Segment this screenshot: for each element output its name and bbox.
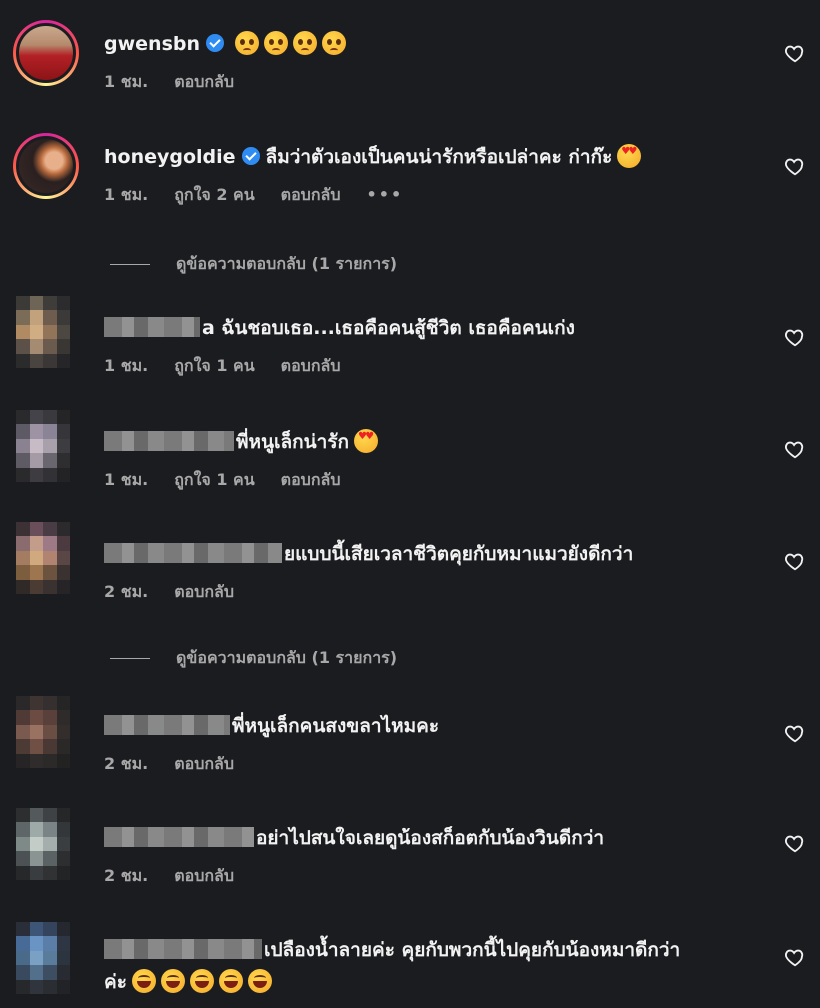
timestamp: 1 ชม. (104, 356, 149, 375)
heart-eyes-emoji (354, 429, 379, 453)
like-heart-icon[interactable] (784, 550, 806, 572)
avatar-blurred[interactable] (16, 522, 70, 594)
reply-button[interactable]: ตอบกลับ (174, 582, 234, 601)
like-heart-icon[interactable] (784, 722, 806, 744)
username-blurred[interactable] (104, 543, 282, 563)
grinning-squint-emoji (189, 969, 214, 993)
reply-button[interactable]: ตอบกลับ (174, 72, 234, 91)
avatar-blurred[interactable] (16, 696, 70, 768)
view-replies-link[interactable]: ดูข้อความตอบกลับ (1 รายการ) (110, 252, 397, 277)
grinning-squint-emoji (247, 969, 272, 993)
reply-button[interactable]: ตอบกลับ (281, 470, 341, 489)
grinning-squint-emoji (160, 969, 185, 993)
divider (110, 658, 150, 659)
reply-button[interactable]: ตอบกลับ (174, 754, 234, 773)
timestamp: 1 ชม. (104, 185, 149, 204)
comment-text: ลืมว่าตัวเองเป็นคนน่ารักหรือเปล่าคะ ก่าก… (265, 146, 613, 168)
like-heart-icon[interactable] (784, 946, 806, 968)
grinning-squint-emoji (131, 969, 156, 993)
pleading-face-emoji (322, 31, 347, 55)
comment-text: พี่หนูเล็กคนสงขลาไหมคะ (232, 715, 440, 737)
comment-text: เปลืองน้ำลายค่ะ คุยกับพวกนี้ไปคุยกับน้อง… (264, 939, 681, 961)
username-blurred[interactable] (104, 715, 230, 735)
reply-button[interactable]: ตอบกลับ (281, 185, 341, 204)
view-replies-label: ดูข้อความตอบกลับ (1 รายการ) (176, 254, 398, 273)
pleading-face-emoji (235, 31, 260, 55)
heart-eyes-emoji (617, 144, 642, 168)
username-blurred[interactable] (104, 827, 254, 847)
avatar-blurred[interactable] (16, 922, 70, 994)
like-heart-icon[interactable] (784, 42, 806, 64)
comment-text: ยแบบนี้เสียเวลาชีวิตคุยกับหมาแมวยังดีกว่… (284, 543, 634, 565)
reply-button[interactable]: ตอบกลับ (281, 356, 341, 375)
avatar[interactable] (13, 20, 79, 86)
view-replies-label: ดูข้อความตอบกลับ (1 รายการ) (176, 648, 398, 667)
avatar-blurred[interactable] (16, 808, 70, 880)
avatar-blurred[interactable] (16, 410, 70, 482)
timestamp: 1 ชม. (104, 470, 149, 489)
comment-text: a ฉันชอบเธอ...เธอคือคนสู้ชีวิต เธอคือคนเ… (202, 317, 575, 339)
username-blurred[interactable] (104, 431, 234, 451)
likes-count[interactable]: ถูกใจ 1 คน (174, 470, 254, 489)
like-heart-icon[interactable] (784, 326, 806, 348)
verified-badge-icon (241, 147, 260, 165)
username[interactable]: gwensbn (104, 33, 200, 55)
comment-text: พี่หนูเล็กน่ารัก (236, 431, 350, 453)
username-blurred[interactable] (104, 939, 262, 959)
likes-count[interactable]: ถูกใจ 1 คน (174, 356, 254, 375)
avatar[interactable] (13, 133, 79, 199)
more-options-icon[interactable]: ••• (366, 185, 403, 204)
like-heart-icon[interactable] (784, 438, 806, 460)
username-blurred[interactable] (104, 317, 200, 337)
grinning-squint-emoji (218, 969, 243, 993)
timestamp: 2 ชม. (104, 866, 149, 885)
comment-text: อย่าไปสนใจเลยดูน้องสก็อตกับน้องวินดีกว่า (256, 827, 605, 849)
timestamp: 1 ชม. (104, 72, 149, 91)
pleading-face-emoji (293, 31, 318, 55)
username[interactable]: honeygoldie (104, 146, 236, 168)
like-heart-icon[interactable] (784, 155, 806, 177)
timestamp: 2 ชม. (104, 754, 149, 773)
view-replies-link[interactable]: ดูข้อความตอบกลับ (1 รายการ) (110, 646, 397, 671)
divider (110, 264, 150, 265)
likes-count[interactable]: ถูกใจ 2 คน (174, 185, 254, 204)
like-heart-icon[interactable] (784, 832, 806, 854)
comment-text-continued: ค่ะ (104, 971, 127, 993)
reply-button[interactable]: ตอบกลับ (174, 866, 234, 885)
timestamp: 2 ชม. (104, 582, 149, 601)
avatar-blurred[interactable] (16, 296, 70, 368)
verified-badge-icon (206, 34, 225, 52)
pleading-face-emoji (264, 31, 289, 55)
